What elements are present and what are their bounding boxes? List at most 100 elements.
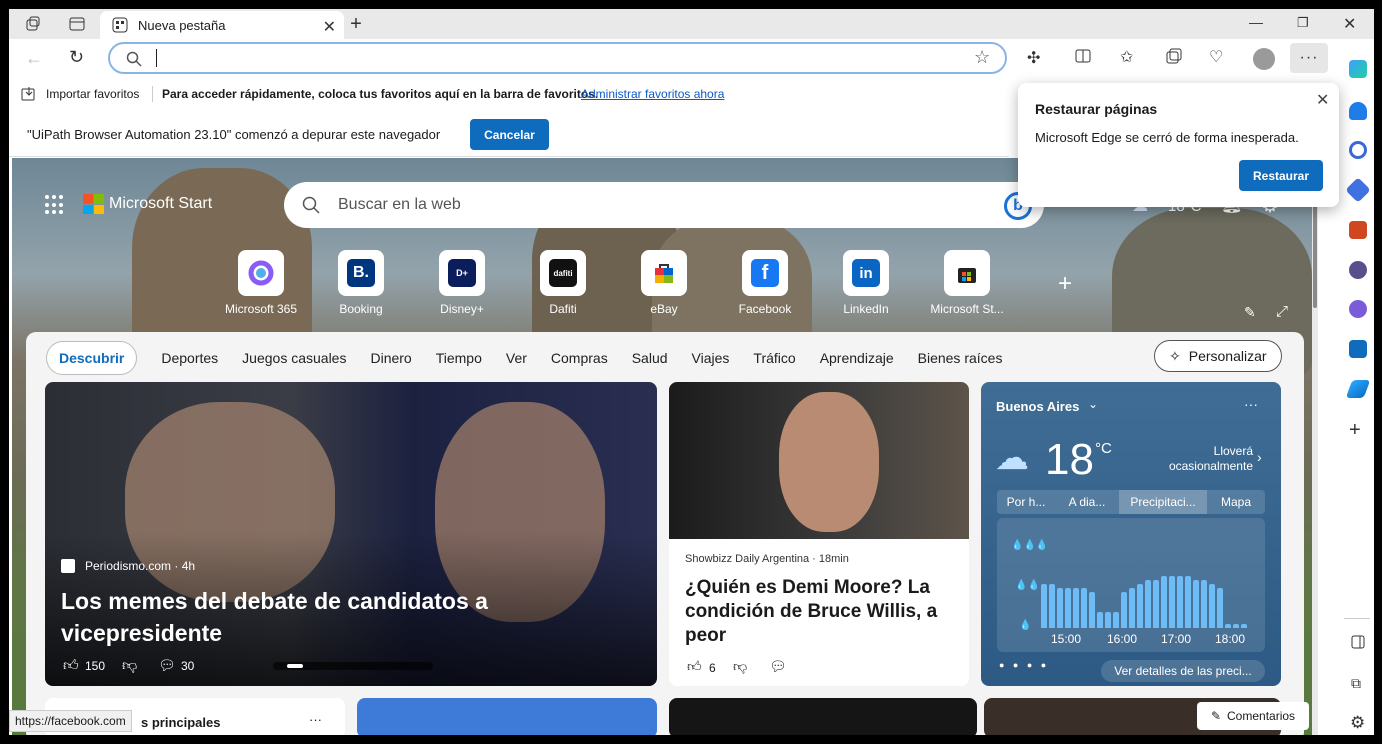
split-screen-icon[interactable] bbox=[1075, 48, 1091, 64]
address-bar[interactable]: ☆ bbox=[108, 42, 1007, 74]
tools-icon[interactable] bbox=[1349, 221, 1367, 239]
tab-actions-icon[interactable] bbox=[67, 15, 87, 33]
like-count: 6 bbox=[709, 661, 716, 675]
weather-tab-daily[interactable]: A dia... bbox=[1055, 490, 1119, 514]
tab-bienes-raices[interactable]: Bienes raíces bbox=[918, 350, 1003, 366]
tab-descubrir[interactable]: Descubrir bbox=[46, 341, 138, 375]
tab-salud[interactable]: Salud bbox=[632, 350, 668, 366]
time-label: 17:00 bbox=[1161, 632, 1192, 646]
precip-bar bbox=[1137, 584, 1143, 628]
web-search-box[interactable]: Buscar en la web b bbox=[284, 182, 1044, 228]
like-icon[interactable]: 👍︎ bbox=[63, 657, 79, 675]
favorites-bar: Importar favoritos Para acceder rápidame… bbox=[9, 80, 1009, 108]
weather-city[interactable]: Buenos Aires bbox=[996, 399, 1079, 414]
weather-carousel-dots[interactable]: ● ● ● ● bbox=[999, 660, 1049, 670]
new-tab-button[interactable]: + bbox=[345, 12, 367, 36]
tile-label: Microsoft 365 bbox=[224, 302, 298, 316]
chevron-right-icon[interactable]: › bbox=[1257, 449, 1262, 465]
tab-aprendizaje[interactable]: Aprendizaje bbox=[820, 350, 894, 366]
toolbar: ← ↻ ☆ ✣ ✩ ♡ ··· bbox=[9, 39, 1339, 77]
settings-more-button[interactable]: ··· bbox=[1290, 43, 1328, 73]
tab-viajes[interactable]: Viajes bbox=[692, 350, 730, 366]
refresh-icon[interactable]: ↻ bbox=[69, 47, 84, 68]
favorite-star-icon[interactable]: ☆ bbox=[974, 47, 990, 68]
bottom-news-card[interactable] bbox=[357, 698, 657, 735]
moderate-rain-icon: 💧💧 bbox=[1015, 580, 1040, 591]
apps-launcher-icon[interactable] bbox=[45, 195, 65, 215]
tab-new-tab[interactable]: Nueva pestaña ✕ bbox=[100, 11, 344, 39]
chevron-down-icon[interactable]: ⌄ bbox=[1088, 397, 1098, 411]
carousel-dots[interactable] bbox=[273, 662, 433, 670]
scrollbar[interactable] bbox=[1312, 158, 1318, 735]
import-favorites-link[interactable]: Importar favoritos bbox=[46, 87, 139, 101]
profile-avatar[interactable] bbox=[1253, 48, 1275, 70]
time-label: 15:00 bbox=[1051, 632, 1082, 646]
quicklink-dafiti[interactable]: dafiti Dafiti bbox=[523, 250, 603, 316]
dislike-icon[interactable]: 👎︎ bbox=[122, 657, 137, 675]
like-icon[interactable]: 👍︎ bbox=[687, 658, 702, 675]
minimize-icon[interactable]: — bbox=[1249, 14, 1263, 30]
expand-icon[interactable]: ⤢ bbox=[1276, 303, 1288, 320]
tab-compras[interactable]: Compras bbox=[551, 350, 608, 366]
weather-tab-precip[interactable]: Precipitaci... bbox=[1119, 490, 1207, 514]
close-tab-icon[interactable]: ✕ bbox=[323, 17, 336, 37]
microsoft-start-logo[interactable]: Microsoft Start bbox=[109, 195, 212, 213]
microsoft365-icon[interactable] bbox=[1349, 300, 1367, 318]
bottom-news-card[interactable] bbox=[669, 698, 977, 735]
sidebar-toggle-icon[interactable] bbox=[1351, 635, 1365, 649]
more-options-icon[interactable]: ··· bbox=[1244, 396, 1258, 412]
dislike-icon[interactable]: 👎︎ bbox=[733, 658, 747, 675]
copilot-icon[interactable] bbox=[1349, 60, 1367, 78]
sidebar-settings-gear-icon[interactable]: ⚙ bbox=[1350, 713, 1365, 733]
feedback-button[interactable]: ✎ Comentarios bbox=[1197, 702, 1309, 730]
quicklink-microsoft365[interactable]: Microsoft 365 bbox=[221, 250, 301, 316]
quicklink-disney[interactable]: D+ Disney+ bbox=[422, 250, 502, 316]
external-link-icon[interactable]: ⧉ bbox=[1351, 675, 1361, 692]
notifications-icon[interactable] bbox=[1349, 102, 1367, 120]
manage-favorites-link[interactable]: Administrar favoritos ahora bbox=[581, 87, 724, 101]
quicklink-ebay[interactable]: eBay bbox=[624, 250, 704, 316]
tab-juegos[interactable]: Juegos casuales bbox=[242, 350, 346, 366]
close-window-icon[interactable]: ✕ bbox=[1343, 14, 1356, 34]
tab-tiempo[interactable]: Tiempo bbox=[436, 350, 482, 366]
workspaces-icon[interactable] bbox=[23, 15, 43, 33]
close-dialog-icon[interactable]: ✕ bbox=[1316, 90, 1329, 110]
tab-dinero[interactable]: Dinero bbox=[370, 350, 411, 366]
shopping-tag-icon[interactable] bbox=[1345, 177, 1371, 203]
restore-button[interactable]: Restaurar bbox=[1239, 160, 1323, 191]
quicklink-microsoft-store[interactable]: Microsoft St... bbox=[927, 250, 1007, 316]
weather-tab-hourly[interactable]: Por h... bbox=[997, 490, 1055, 514]
back-icon[interactable]: ← bbox=[25, 48, 43, 69]
games-icon[interactable] bbox=[1349, 261, 1367, 279]
personalize-button[interactable]: ✧ Personalizar bbox=[1154, 340, 1282, 372]
quicklink-facebook[interactable]: f Facebook bbox=[725, 250, 805, 316]
tile-label: Microsoft St... bbox=[930, 302, 1004, 316]
add-sidebar-app-icon[interactable]: + bbox=[1349, 419, 1361, 442]
drop-send-icon[interactable] bbox=[1345, 380, 1371, 398]
cancel-button[interactable]: Cancelar bbox=[470, 119, 549, 150]
comment-icon[interactable]: 💬︎ bbox=[769, 658, 787, 675]
add-quicklink-icon[interactable]: + bbox=[1058, 270, 1072, 298]
weather-tab-map[interactable]: Mapa bbox=[1207, 490, 1265, 514]
browser-essentials-icon[interactable]: ♡ bbox=[1209, 47, 1223, 67]
quicklink-linkedin[interactable]: in LinkedIn bbox=[826, 250, 906, 316]
news-card-bruce[interactable]: Showbizz Daily Argentina · 18min ¿Quién … bbox=[669, 382, 969, 686]
search-icon[interactable] bbox=[1349, 141, 1367, 159]
rain-cloud-icon: ☁ bbox=[995, 439, 1029, 477]
precip-details-button[interactable]: Ver detalles de las preci... bbox=[1101, 660, 1265, 682]
tab-trafico[interactable]: Tráfico bbox=[753, 350, 795, 366]
weather-card[interactable]: Buenos Aires ⌄ ··· ☁ 18 °C Lloverá ocasi… bbox=[981, 382, 1281, 686]
collections-icon[interactable] bbox=[1166, 48, 1182, 64]
more-options-icon[interactable]: ··· bbox=[309, 712, 322, 727]
main-news-card[interactable]: Periodismo.com · 4h Los memes del debate… bbox=[45, 382, 657, 686]
edit-background-icon[interactable]: ✎ bbox=[1244, 304, 1256, 321]
extensions-icon[interactable]: ✣ bbox=[1027, 48, 1040, 68]
outlook-icon[interactable] bbox=[1349, 340, 1367, 358]
tab-deportes[interactable]: Deportes bbox=[161, 350, 218, 366]
comment-icon[interactable]: 💬︎ bbox=[158, 657, 176, 674]
precip-bar bbox=[1089, 592, 1095, 628]
quicklink-booking[interactable]: B. Booking bbox=[321, 250, 401, 316]
tab-ver[interactable]: Ver bbox=[506, 350, 527, 366]
favorites-icon[interactable]: ✩ bbox=[1120, 47, 1133, 67]
restore-window-icon[interactable]: ❐ bbox=[1297, 15, 1309, 31]
